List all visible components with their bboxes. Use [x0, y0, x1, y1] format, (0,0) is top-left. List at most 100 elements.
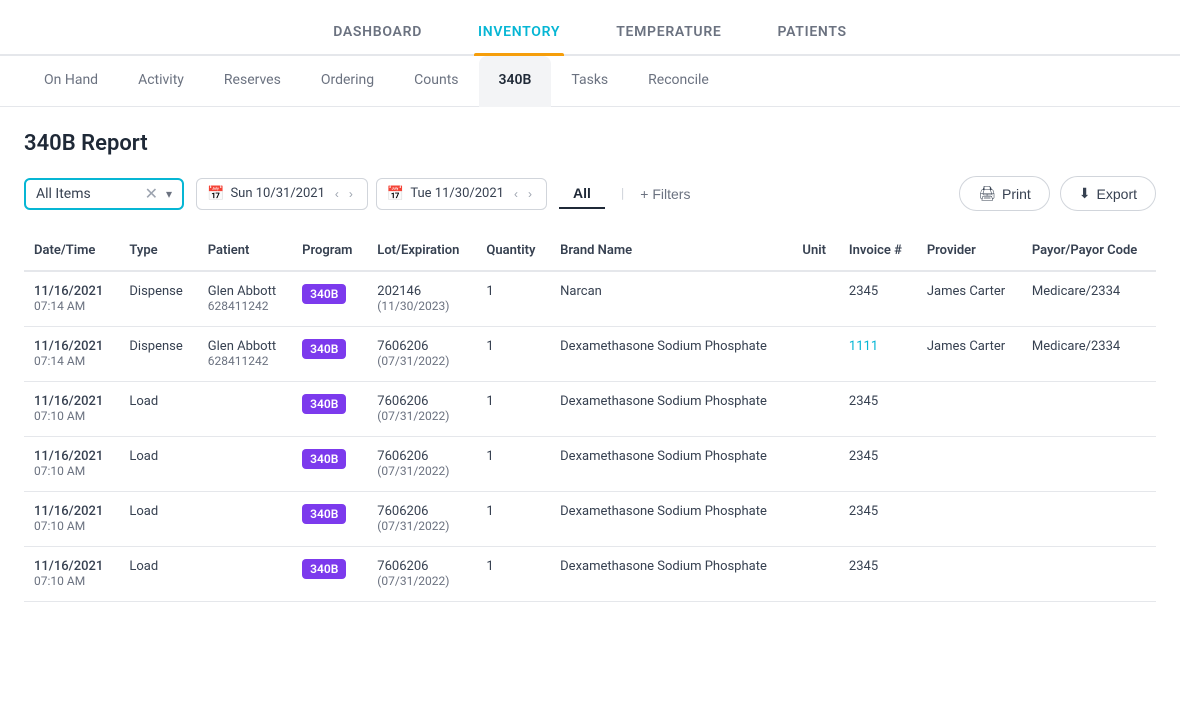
- print-icon: 🖨: [978, 185, 996, 202]
- cell-quantity: 1: [476, 271, 550, 327]
- col-header-quantity: Quantity: [476, 231, 550, 271]
- calendar-icon: 📅: [207, 186, 224, 202]
- cell-provider: [917, 492, 1022, 547]
- all-filter-button[interactable]: All: [559, 179, 605, 209]
- cell-lot: 202146(11/30/2023): [367, 271, 476, 327]
- top-navigation: DASHBOARD INVENTORY TEMPERATURE PATIENTS: [0, 0, 1180, 56]
- cell-unit: [792, 492, 839, 547]
- sub-nav-item-counts[interactable]: Counts: [394, 56, 478, 106]
- cell-type: Load: [119, 437, 197, 492]
- top-nav-item-inventory[interactable]: INVENTORY: [474, 16, 564, 54]
- cell-quantity: 1: [476, 547, 550, 602]
- start-date-next-button[interactable]: ›: [345, 185, 357, 203]
- print-label: Print: [1002, 186, 1031, 202]
- cell-patient: [198, 547, 292, 602]
- sub-nav-item-reconcile[interactable]: Reconcile: [628, 56, 729, 106]
- cell-invoice[interactable]: 1111: [839, 327, 917, 382]
- table-row: 11/16/202107:10 AMLoad 340B7606206(07/31/…: [24, 382, 1156, 437]
- cell-provider: [917, 547, 1022, 602]
- export-button[interactable]: ⬇ Export: [1060, 176, 1156, 211]
- end-date-value: Tue 11/30/2021: [410, 186, 504, 201]
- cell-brand-name: Dexamethasone Sodium Phosphate: [550, 382, 792, 437]
- sub-nav-item-ordering[interactable]: Ordering: [301, 56, 394, 106]
- divider: |: [621, 186, 624, 202]
- cell-payor: Medicare/2334: [1022, 327, 1156, 382]
- cell-program: 340B: [292, 271, 367, 327]
- cell-payor: Medicare/2334: [1022, 271, 1156, 327]
- table-row: 11/16/202107:10 AMLoad340B7606206(07/31/…: [24, 547, 1156, 602]
- cell-payor: [1022, 382, 1156, 437]
- cell-lot: 7606206(07/31/2022): [367, 382, 476, 437]
- cell-brand-name: Narcan: [550, 271, 792, 327]
- top-nav-item-patients[interactable]: PATIENTS: [774, 16, 851, 54]
- cell-provider: [917, 437, 1022, 492]
- table-row: 11/16/202107:14 AMDispenseGlen Abbott628…: [24, 271, 1156, 327]
- top-nav-item-temperature[interactable]: TEMPERATURE: [612, 16, 725, 54]
- end-date-nav: ‹ ›: [510, 185, 536, 203]
- end-date-next-button[interactable]: ›: [524, 185, 536, 203]
- cell-patient: [198, 437, 292, 492]
- cell-unit: [792, 382, 839, 437]
- cell-unit: [792, 437, 839, 492]
- cell-unit: [792, 271, 839, 327]
- col-header-invoice--: Invoice #: [839, 231, 917, 271]
- start-date-value: Sun 10/31/2021: [230, 186, 324, 201]
- cell-unit: [792, 547, 839, 602]
- sub-nav-item-tasks[interactable]: Tasks: [551, 56, 628, 106]
- cell-lot: 7606206(07/31/2022): [367, 492, 476, 547]
- cell-invoice: 2345: [839, 382, 917, 437]
- cell-payor: [1022, 492, 1156, 547]
- cell-invoice: 2345: [839, 437, 917, 492]
- sub-nav-item-on-hand[interactable]: On Hand: [24, 56, 118, 106]
- cell-brand-name: Dexamethasone Sodium Phosphate: [550, 492, 792, 547]
- cell-type: Load: [119, 382, 197, 437]
- cell-datetime: 11/16/202107:10 AM: [24, 547, 119, 602]
- cell-type: Dispense: [119, 271, 197, 327]
- cell-brand-name: Dexamethasone Sodium Phosphate: [550, 437, 792, 492]
- end-date-input[interactable]: 📅 Tue 11/30/2021 ‹ ›: [376, 178, 547, 210]
- col-header-provider: Provider: [917, 231, 1022, 271]
- col-header-patient: Patient: [198, 231, 292, 271]
- cell-patient: Glen Abbott628411242: [198, 327, 292, 382]
- top-nav-item-dashboard[interactable]: DASHBOARD: [329, 16, 426, 54]
- filter-dropdown-arrow-icon[interactable]: ▾: [166, 187, 172, 201]
- start-date-input[interactable]: 📅 Sun 10/31/2021 ‹ ›: [196, 178, 368, 210]
- cell-program: 340B: [292, 382, 367, 437]
- page-title: 340B Report: [24, 131, 1156, 156]
- cell-datetime: 11/16/202107:10 AM: [24, 492, 119, 547]
- cell-datetime: 11/16/202107:10 AM: [24, 437, 119, 492]
- sub-nav-item-reserves[interactable]: Reserves: [204, 56, 301, 106]
- sub-nav-item-340b[interactable]: 340B: [479, 56, 552, 107]
- items-filter-value: All Items: [36, 186, 137, 202]
- export-icon: ⬇: [1079, 185, 1091, 202]
- col-header-lot-expiration: Lot/Expiration: [367, 231, 476, 271]
- col-header-program: Program: [292, 231, 367, 271]
- sub-nav-item-activity[interactable]: Activity: [118, 56, 204, 106]
- cell-quantity: 1: [476, 492, 550, 547]
- export-label: Export: [1097, 186, 1137, 202]
- col-header-payor-payor-code: Payor/Payor Code: [1022, 231, 1156, 271]
- table-body: 11/16/202107:14 AMDispenseGlen Abbott628…: [24, 271, 1156, 602]
- cell-quantity: 1: [476, 327, 550, 382]
- plus-filters-button[interactable]: + Filters: [640, 186, 690, 202]
- print-button[interactable]: 🖨 Print: [959, 176, 1050, 211]
- report-table: Date/TimeTypePatientProgramLot/Expiratio…: [24, 231, 1156, 602]
- plus-filters-label: + Filters: [640, 186, 690, 202]
- end-date-prev-button[interactable]: ‹: [510, 185, 522, 203]
- cell-lot: 7606206(07/31/2022): [367, 327, 476, 382]
- cell-datetime: 11/16/202107:10 AM: [24, 382, 119, 437]
- page-content: 340B Report All Items ✕ ▾ 📅 Sun 10/31/20…: [0, 107, 1180, 602]
- cell-invoice: 2345: [839, 492, 917, 547]
- date-range-filter: 📅 Sun 10/31/2021 ‹ › 📅 Tue 11/30/2021 ‹ …: [196, 178, 547, 210]
- cell-quantity: 1: [476, 382, 550, 437]
- start-date-prev-button[interactable]: ‹: [331, 185, 343, 203]
- cell-type: Dispense: [119, 327, 197, 382]
- start-date-nav: ‹ ›: [331, 185, 357, 203]
- items-filter-dropdown[interactable]: All Items ✕ ▾: [24, 178, 184, 210]
- clear-filter-button[interactable]: ✕: [145, 186, 158, 202]
- table-row: 11/16/202107:10 AMLoad340B7606206(07/31/…: [24, 492, 1156, 547]
- cell-unit: [792, 327, 839, 382]
- col-header-type: Type: [119, 231, 197, 271]
- table-row: 11/16/202107:10 AMLoad340B7606206(07/31/…: [24, 437, 1156, 492]
- cell-provider: James Carter: [917, 271, 1022, 327]
